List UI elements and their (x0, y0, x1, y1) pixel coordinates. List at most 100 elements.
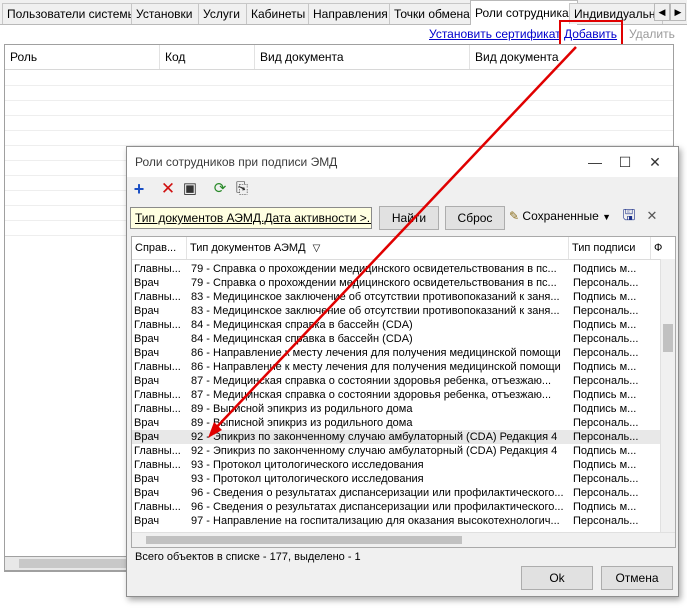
saved-filters-dropdown[interactable]: ✎ Сохраненные ▼ (509, 209, 611, 223)
find-button[interactable]: Найти (379, 206, 439, 230)
row-cell-doc: 87 - Медицинская справка о состоянии здо… (191, 389, 552, 401)
table-row[interactable]: Главны... 86 - Направление к месту лечени… (132, 360, 662, 374)
row-cell-sign: Персональ... (573, 487, 639, 499)
row-cell-sign: Персональ... (573, 305, 639, 317)
dialog-toolbar: + ✕ ▣ ⟳ ⎘ (127, 177, 678, 201)
row-cell-role: Врач (134, 277, 160, 289)
save-filter-icon[interactable]: 🖫 (620, 207, 638, 225)
employee-roles-dialog: Роли сотрудников при подписи ЭМД — ☐ ✕ +… (126, 146, 679, 597)
minimize-icon[interactable]: — (580, 152, 610, 172)
table-row[interactable]: Главны... 93 - Протокол цитологического и… (132, 458, 662, 472)
table-row[interactable]: Главны... 96 - Сведения о результатах дис… (132, 500, 662, 514)
column-sign-type[interactable]: Тип подписи (569, 237, 651, 259)
edit-icon[interactable]: ▣ (181, 180, 199, 198)
column-f[interactable]: Ф (651, 237, 675, 259)
table-row[interactable]: Врач 93 - Протокол цитологического исслед… (132, 472, 662, 486)
row-cell-doc: 79 - Справка о прохождении медицинского … (191, 277, 557, 289)
table-row[interactable]: Врач 89 - Выписной эпикриз из родильного … (132, 416, 662, 430)
column-doc-type-2[interactable]: Вид документа (470, 45, 670, 69)
row-cell-role: Главны... (134, 361, 181, 373)
roles-grid-header: Роль Код Вид документа Вид документа (5, 45, 673, 70)
column-code[interactable]: Код (160, 45, 255, 69)
row-cell-role: Главны... (134, 291, 181, 303)
table-row[interactable]: Врач 79 - Справка о прохождении медицинск… (132, 276, 662, 290)
table-row[interactable]: Главны... 83 - Медицинское заключение об … (132, 290, 662, 304)
delete-link: Удалить (629, 27, 675, 41)
row-cell-doc: 79 - Справка о прохождении медицинского … (191, 263, 557, 275)
row-cell-doc: 92 - Эпикриз по законченному случаю амбу… (191, 431, 558, 443)
reset-button[interactable]: Сброс (445, 206, 505, 230)
row-cell-role: Главны... (134, 389, 181, 401)
column-aemd-doc-type[interactable]: Тип документов АЭМД ▽ (187, 237, 569, 259)
table-row[interactable]: Главны... 87 - Медицинская справка о сост… (132, 388, 662, 402)
grid-row-line (5, 130, 673, 131)
table-row[interactable]: Главны... 89 - Выписной эпикриз из родиль… (132, 402, 662, 416)
tab-settings[interactable]: Установки (131, 3, 207, 24)
row-cell-sign: Персональ... (573, 417, 639, 429)
cancel-button[interactable]: Отмена (601, 566, 673, 590)
row-cell-sign: Подпись м... (573, 501, 637, 513)
row-cell-sign: Подпись м... (573, 445, 637, 457)
table-row[interactable]: Главны... 79 - Справка о прохождении меди… (132, 262, 662, 276)
sort-desc-icon: ▽ (312, 243, 321, 254)
dialog-grid-hscrollbar[interactable] (132, 532, 675, 547)
row-cell-role: Врач (134, 347, 160, 359)
table-row[interactable]: Врач 86 - Направление к месту лечения для… (132, 346, 662, 360)
add-icon[interactable]: + (130, 180, 148, 198)
tab-rooms[interactable]: Кабинеты (246, 3, 317, 24)
tab-directions[interactable]: Направления (308, 3, 398, 24)
tab-system-users[interactable]: Пользователи системы (2, 3, 140, 24)
row-cell-doc: 89 - Выписной эпикриз из родильного дома (191, 403, 413, 415)
column-role[interactable]: Роль (5, 45, 160, 69)
table-row[interactable]: Врач 92 - Эпикриз по законченному случаю … (132, 430, 662, 444)
row-cell-role: Врач (134, 473, 160, 485)
row-cell-sign: Персональ... (573, 431, 639, 443)
table-row[interactable]: Врач 83 - Медицинское заключение об отсут… (132, 304, 662, 318)
scroll-thumb[interactable] (663, 324, 673, 352)
tab-scroll-left-icon[interactable]: ◀ (654, 3, 670, 21)
table-row[interactable]: Врач 84 - Медицинская справка в бассейн (… (132, 332, 662, 346)
column-aemd-doc-type-label: Тип документов АЭМД (190, 242, 306, 254)
scroll-thumb[interactable] (19, 559, 129, 568)
saved-filters-icon: ✎ (509, 209, 520, 223)
row-cell-role: Главны... (134, 319, 181, 331)
filter-field[interactable]: Тип документов АЭМД.Дата активности >... (130, 207, 372, 229)
dialog-title: Роли сотрудников при подписи ЭМД (135, 155, 338, 169)
close-icon[interactable]: ✕ (640, 152, 670, 172)
row-cell-doc: 92 - Эпикриз по законченному случаю амбу… (191, 445, 558, 457)
maximize-icon[interactable]: ☐ (610, 152, 640, 172)
dialog-grid-vscrollbar[interactable] (660, 259, 675, 534)
table-row[interactable]: Врач 97 - Направление на госпитализацию д… (132, 514, 662, 528)
tab-scroll-right-icon[interactable]: ▶ (670, 3, 686, 21)
scroll-thumb[interactable] (146, 536, 462, 544)
table-row[interactable]: Главны... 84 - Медицинская справка в басс… (132, 318, 662, 332)
row-cell-doc: 96 - Сведения о результатах диспансериза… (191, 501, 564, 513)
row-cell-role: Врач (134, 431, 160, 443)
row-cell-doc: 84 - Медицинская справка в бассейн (CDA) (191, 333, 413, 345)
row-cell-sign: Подпись м... (573, 459, 637, 471)
delete-icon[interactable]: ✕ (159, 180, 177, 198)
row-cell-role: Врач (134, 305, 160, 317)
install-certificate-link[interactable]: Установить сертификат (429, 27, 561, 41)
column-doc-type[interactable]: Вид документа (255, 45, 470, 69)
row-cell-sign: Подпись м... (573, 389, 637, 401)
row-cell-role: Врач (134, 515, 160, 527)
row-cell-doc: 86 - Направление к месту лечения для пол… (191, 361, 561, 373)
tab-exchange-points[interactable]: Точки обмена (389, 3, 479, 24)
row-cell-role: Врач (134, 487, 160, 499)
row-cell-sign: Подпись м... (573, 319, 637, 331)
export-icon[interactable]: ⎘ (233, 180, 251, 198)
row-cell-role: Врач (134, 375, 160, 387)
ok-button[interactable]: Ok (521, 566, 593, 590)
row-cell-sign: Персональ... (573, 347, 639, 359)
refresh-icon[interactable]: ⟳ (211, 180, 229, 198)
table-row[interactable]: Главны... 92 - Эпикриз по законченному сл… (132, 444, 662, 458)
dialog-grid[interactable]: Справ... Тип документов АЭМД ▽ Тип подпи… (131, 236, 676, 548)
column-reference[interactable]: Справ... (132, 237, 187, 259)
grid-row-line (5, 85, 673, 86)
row-cell-sign: Подпись м... (573, 403, 637, 415)
table-row[interactable]: Врач 87 - Медицинская справка о состоянии… (132, 374, 662, 388)
table-row[interactable]: Врач 96 - Сведения о результатах диспансе… (132, 486, 662, 500)
clear-filter-icon[interactable]: ✕ (643, 207, 661, 225)
chevron-down-icon: ▼ (602, 212, 612, 222)
